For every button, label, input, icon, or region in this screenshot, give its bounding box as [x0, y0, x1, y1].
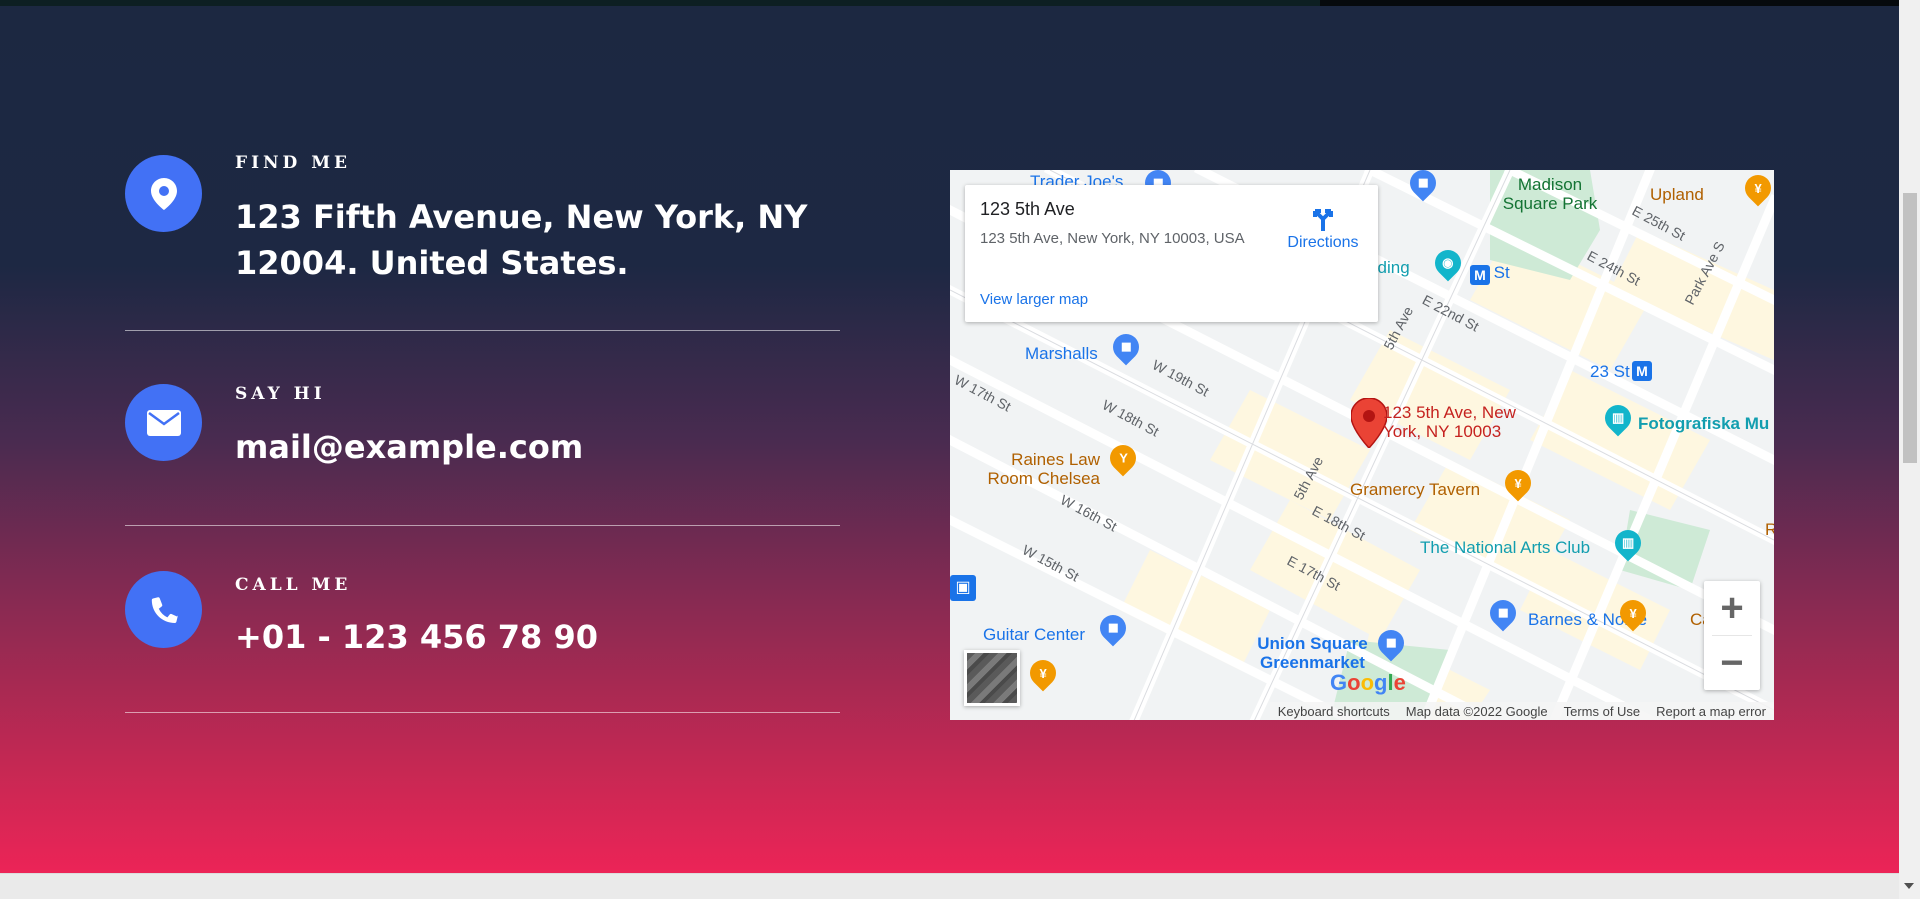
contact-section: FIND ME 123 Fifth Avenue, New York, NY 1… — [0, 6, 1899, 873]
map-label-guitar-center: Guitar Center — [983, 625, 1086, 644]
google-logo: Google — [1330, 670, 1406, 695]
map-label-marshalls: Marshalls — [1025, 344, 1098, 363]
report-error-link[interactable]: Report a map error — [1656, 704, 1766, 719]
map-label-r-edge: R — [1765, 520, 1774, 539]
scroll-down-arrow-icon[interactable] — [1904, 883, 1914, 889]
map-label-23st-b: 23 St — [1590, 362, 1630, 381]
map-label-upland: Upland — [1650, 185, 1704, 204]
vertical-scrollbar[interactable] — [1899, 0, 1920, 899]
horizontal-scrollbar[interactable] — [0, 873, 1899, 899]
zoom-in-button[interactable]: + — [1704, 581, 1760, 635]
call-me-label: CALL ME — [235, 575, 352, 595]
address-text: 123 Fifth Avenue, New York, NY 12004. Un… — [235, 198, 808, 282]
map-pin-icon — [125, 155, 202, 232]
phone-icon — [125, 571, 202, 648]
place-info-card: 123 5th Ave 123 5th Ave, New York, NY 10… — [965, 185, 1378, 322]
map-label-raines: Raines Law Room Chelsea — [987, 450, 1100, 488]
phone-link[interactable]: +01 - 123 456 78 90 — [235, 614, 835, 660]
location-marker-icon[interactable] — [1350, 397, 1388, 450]
directions-button[interactable]: Directions — [1263, 200, 1383, 252]
place-address: 123 5th Ave, New York, NY 10003, USA — [980, 230, 1245, 247]
map-label-gramercy: Gramercy Tavern — [1350, 480, 1481, 499]
map-attribution: Keyboard shortcuts Map data ©2022 Google… — [1269, 702, 1774, 720]
subway-icon[interactable]: M — [1632, 361, 1652, 381]
view-larger-map-link[interactable]: View larger map — [980, 291, 1088, 308]
directions-label: Directions — [1287, 234, 1359, 251]
terms-of-use-link[interactable]: Terms of Use — [1564, 704, 1641, 719]
map-label-fotografiska: Fotografiska Mu — [1638, 414, 1770, 433]
bus-stop-icon[interactable]: ▣ — [950, 575, 976, 601]
embedded-map[interactable]: Trader Joe's Madison Square Park Upland … — [950, 170, 1774, 720]
find-me-label: FIND ME — [235, 153, 351, 173]
divider — [125, 525, 840, 526]
map-data-text: Map data ©2022 Google — [1405, 703, 1548, 719]
map-label-union-square: Union Square Greenmarket — [1257, 634, 1368, 672]
envelope-icon — [125, 384, 202, 461]
subway-icon[interactable]: M — [1470, 265, 1490, 285]
divider — [125, 330, 840, 331]
divider — [125, 712, 840, 713]
marker-label: 123 5th Ave, New York, NY 10003 — [1383, 403, 1516, 441]
map-label-national-arts: The National Arts Club — [1420, 538, 1591, 557]
scrollbar-thumb[interactable] — [1903, 193, 1917, 463]
satellite-toggle[interactable] — [964, 650, 1020, 706]
zoom-out-button[interactable]: − — [1704, 636, 1760, 690]
say-hi-label: SAY HI — [235, 384, 326, 404]
map-label-madison-square-park: Madison Square Park — [1502, 175, 1598, 213]
zoom-controls: + − — [1704, 581, 1760, 690]
email-link[interactable]: mail@example.com — [235, 424, 835, 470]
directions-icon — [1263, 200, 1383, 234]
keyboard-shortcuts-link[interactable]: Keyboard shortcuts — [1278, 704, 1390, 719]
place-title: 123 5th Ave — [980, 199, 1075, 219]
